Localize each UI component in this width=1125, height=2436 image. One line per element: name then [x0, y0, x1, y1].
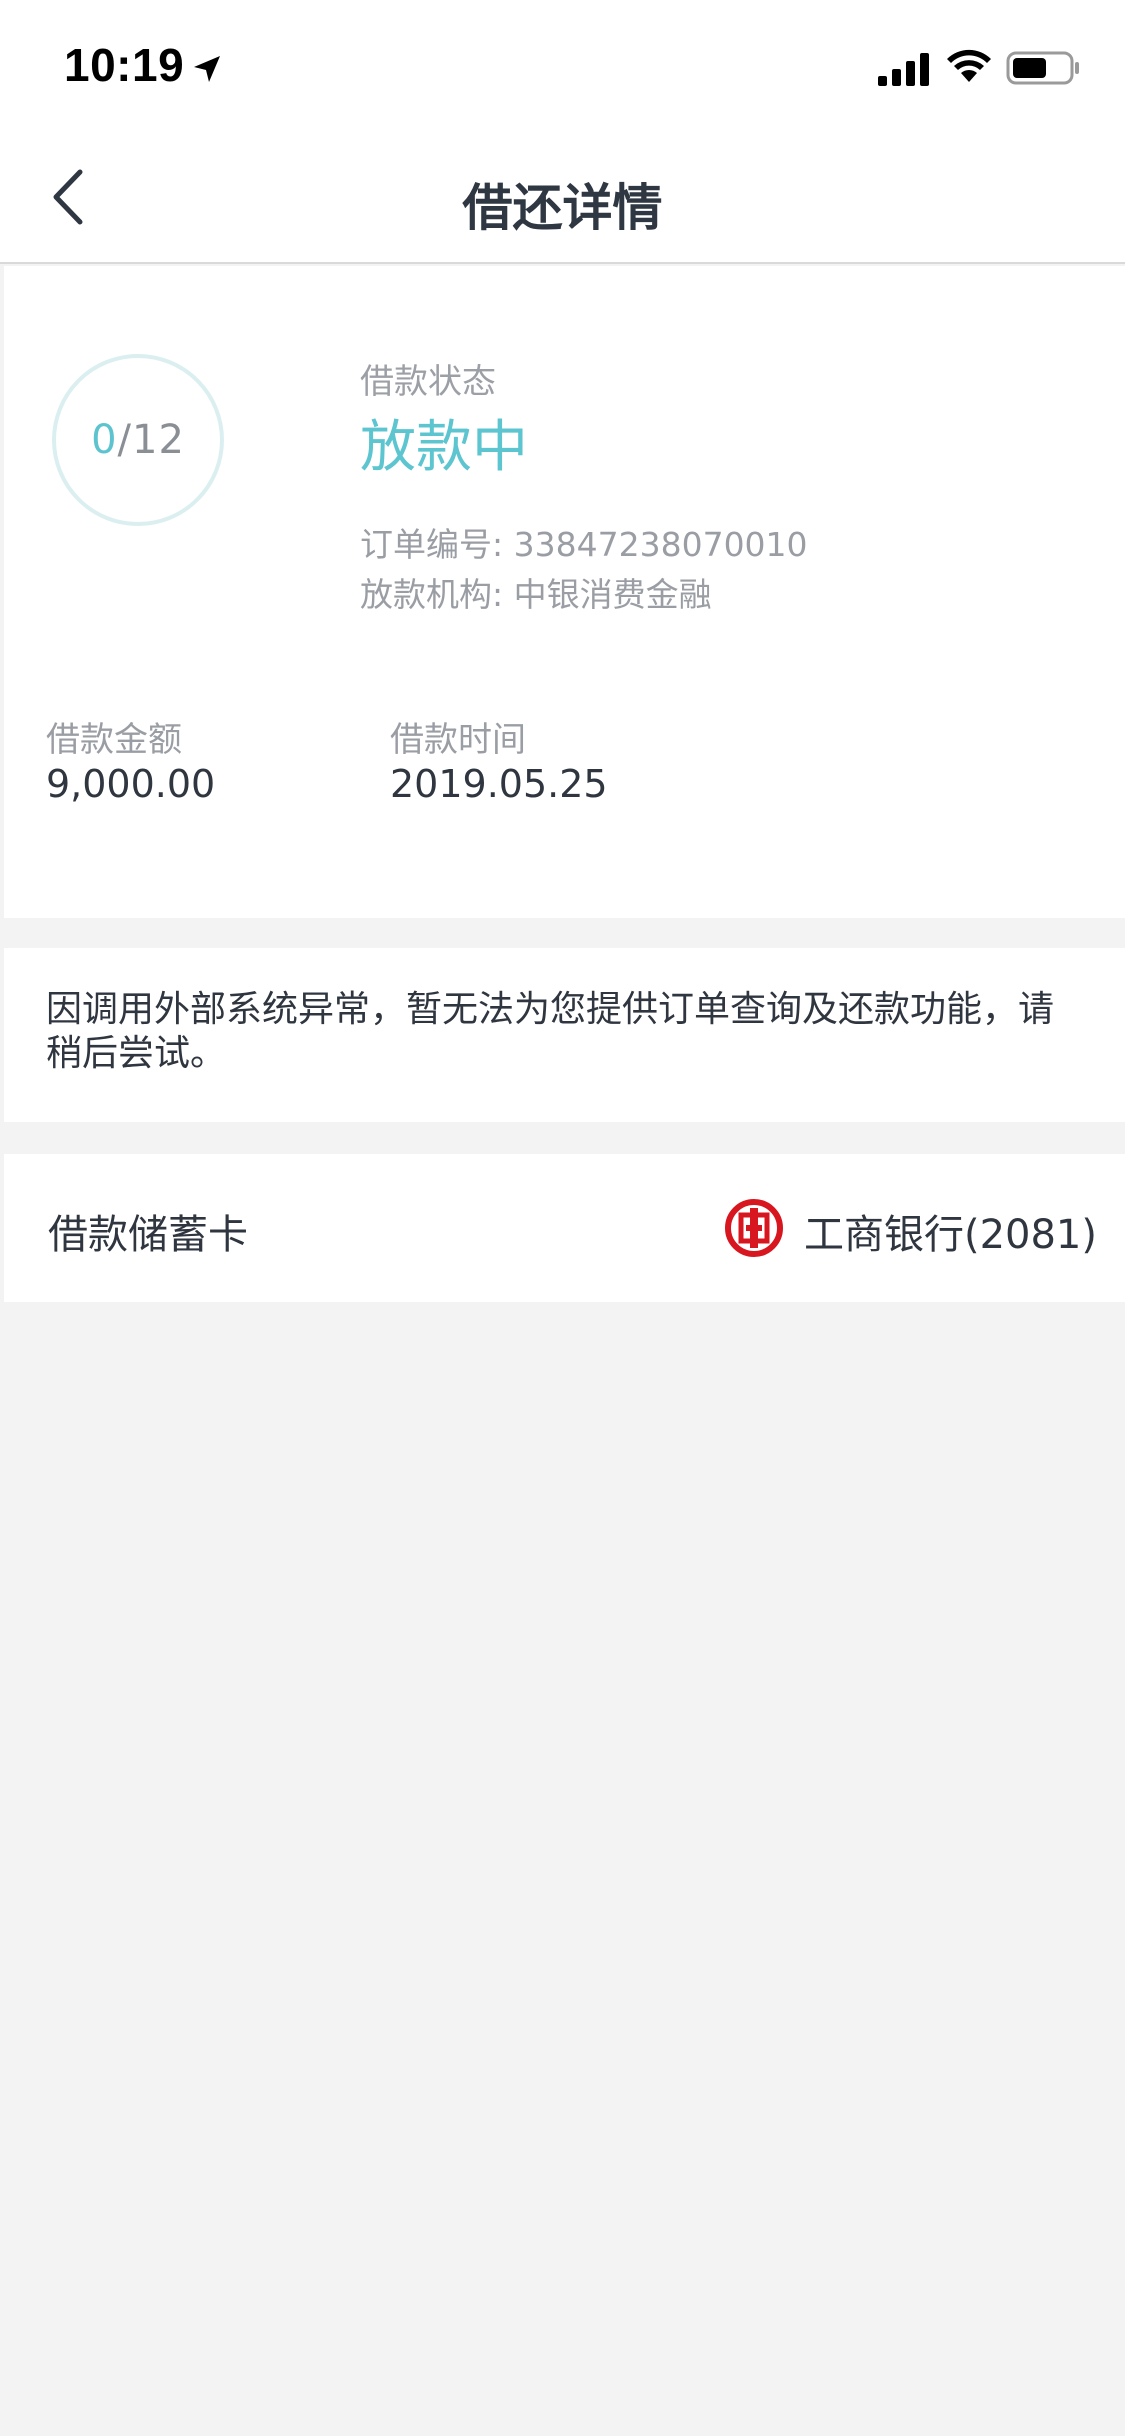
- lending-institution: 放款机构: 中银消费金融: [360, 575, 712, 614]
- loan-time-value: 2019.05.25: [390, 762, 608, 806]
- status-time: 10:19: [64, 39, 185, 91]
- notice-text: 因调用外部系统异常，暂无法为您提供订单查询及还款功能，请稍后尝试。: [46, 989, 1055, 1074]
- icbc-logo-icon: [725, 1199, 783, 1257]
- loan-status-value: 放款中: [360, 415, 528, 480]
- repayment-progress-ring: 0/12: [52, 354, 224, 526]
- progress-total: /12: [117, 417, 185, 463]
- loan-amount-value: 9,000.00: [46, 762, 216, 806]
- page-title: 借还详情: [462, 179, 663, 237]
- bank-name: 工商银行(2081): [803, 1212, 1097, 1258]
- status-bar: 10:19: [0, 0, 1125, 132]
- debit-card-label: 借款储蓄卡: [48, 1212, 248, 1258]
- loan-summary-card: 0/12 借款状态 放款中 订单编号: 33847238070010 放款机构:…: [4, 266, 1125, 918]
- loan-status-label: 借款状态: [360, 362, 496, 402]
- order-number: 订单编号: 33847238070010: [360, 525, 808, 564]
- wifi-icon: [947, 49, 991, 82]
- progress-current: 0: [91, 417, 118, 463]
- cellular-signal-icon: [878, 53, 929, 86]
- location-arrow-icon: [194, 56, 220, 82]
- loan-time-label: 借款时间: [390, 720, 526, 760]
- system-notice: 因调用外部系统异常，暂无法为您提供订单查询及还款功能，请稍后尝试。: [4, 948, 1125, 1122]
- battery-icon: [1006, 51, 1079, 85]
- debit-card-row[interactable]: 借款储蓄卡 工商银行(2081): [4, 1154, 1125, 1302]
- loan-amount-label: 借款金额: [46, 720, 182, 760]
- nav-bar: 借还详情: [0, 132, 1125, 264]
